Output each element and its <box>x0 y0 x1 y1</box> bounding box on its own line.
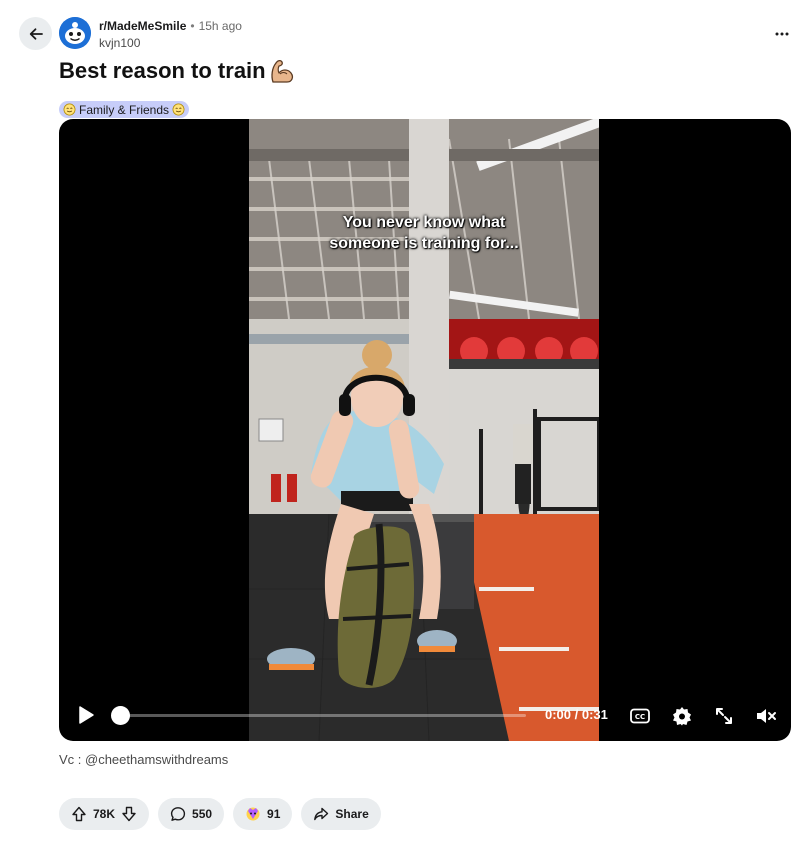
post-time: 15h ago <box>198 19 242 33</box>
mute-icon <box>757 709 776 723</box>
share-button[interactable]: Share <box>301 798 381 830</box>
smiling-face-icon <box>63 103 76 116</box>
progress-thumb[interactable] <box>111 706 130 725</box>
action-bar: 78K 550 91 Share <box>59 798 381 830</box>
settings-button[interactable] <box>671 705 693 727</box>
flair-label: Family & Friends <box>79 102 170 117</box>
time-readout: 0:00 / 0:31 <box>545 707 608 722</box>
award-icon <box>246 807 260 821</box>
post-author[interactable]: kvjn100 <box>99 36 140 50</box>
progress-bar[interactable] <box>121 714 526 717</box>
fullscreen-icon <box>716 708 732 724</box>
arrow-left-icon <box>29 27 43 40</box>
video-caption: You never know what someone is training … <box>329 214 519 252</box>
post-title-row: Best reason to train <box>59 58 296 84</box>
play-icon <box>79 706 94 724</box>
mute-button[interactable] <box>755 705 777 727</box>
captions-button[interactable]: CC <box>629 705 651 727</box>
vote-count: 78K <box>93 807 116 821</box>
award-button[interactable]: 91 <box>233 798 293 830</box>
more-options-button[interactable] <box>770 22 794 46</box>
subreddit-icon <box>59 17 91 49</box>
settings-icon <box>673 707 691 726</box>
meta-separator: • <box>190 19 195 33</box>
comment-count: 550 <box>192 807 213 821</box>
post-body-text: Vc : @cheethamswithdreams <box>59 752 229 767</box>
video-controls: 0:00 / 0:31 CC <box>59 691 791 741</box>
upvote-icon[interactable] <box>71 806 87 822</box>
back-button[interactable] <box>19 17 52 50</box>
subreddit-name[interactable]: r/MadeMeSmile <box>99 19 186 33</box>
smiling-face-icon <box>172 103 185 116</box>
subreddit-avatar[interactable] <box>59 17 91 49</box>
svg-text:CC: CC <box>635 713 645 721</box>
ellipsis-icon <box>775 32 789 36</box>
share-icon <box>314 807 329 821</box>
comment-icon <box>170 807 186 821</box>
captions-icon: CC <box>630 708 650 724</box>
fullscreen-button[interactable] <box>713 705 735 727</box>
post-flair[interactable]: Family & Friends <box>59 101 190 118</box>
downvote-icon[interactable] <box>121 806 137 822</box>
post-meta: r/MadeMeSmile • 15h ago <box>99 19 242 33</box>
share-label: Share <box>335 807 369 821</box>
post-title: Best reason to train <box>59 58 266 83</box>
video-player[interactable]: You never know what someone is training … <box>59 119 791 741</box>
vote-pill: 78K <box>59 798 150 830</box>
play-button[interactable] <box>75 704 97 726</box>
award-count: 91 <box>267 807 281 821</box>
flexed-biceps-icon <box>270 59 293 83</box>
comments-button[interactable]: 550 <box>158 798 225 830</box>
